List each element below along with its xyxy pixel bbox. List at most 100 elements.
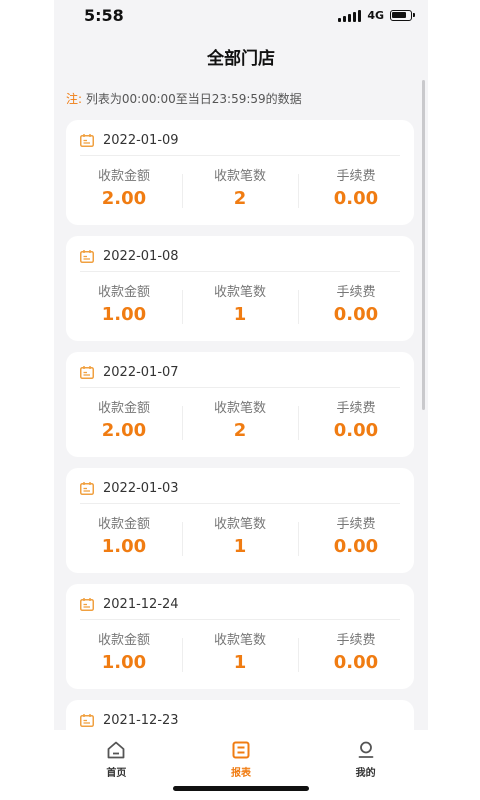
divider	[80, 503, 400, 504]
stat-amount-value: 1.00	[101, 652, 147, 673]
home-icon	[107, 741, 125, 759]
card-header: 2022-01-07	[80, 362, 179, 382]
divider	[80, 271, 400, 272]
stat-amount-label: 收款金额	[97, 633, 150, 648]
date-range-notice: 注: 列表为00:00:00至当日23:59:59的数据	[66, 90, 302, 107]
signal-icon	[338, 9, 362, 22]
notice-text: 列表为00:00:00至当日23:59:59的数据	[85, 92, 302, 106]
stat-fee: 手续费 0.00	[298, 284, 414, 328]
stat-amount-value: 2.00	[101, 188, 147, 209]
stat-count: 收款笔数 1	[182, 284, 298, 328]
stat-fee-label: 手续费	[336, 633, 376, 648]
record-stats: 收款金额 1.00 收款笔数 1 手续费 0.00	[66, 284, 414, 328]
card-header: 2021-12-24	[80, 594, 179, 614]
record-date: 2022-01-08	[103, 248, 179, 264]
stat-fee: 手续费 0.00	[298, 516, 414, 560]
stat-count-value: 1	[233, 536, 247, 557]
stat-fee: 手续费 0.00	[298, 400, 414, 444]
stat-amount-label: 收款金额	[97, 517, 150, 532]
stat-amount-label: 收款金额	[97, 169, 150, 184]
stat-fee-value: 0.00	[333, 304, 379, 325]
record-date: 2021-12-23	[103, 712, 179, 728]
stat-count-label: 收款笔数	[213, 517, 266, 532]
record-date: 2022-01-09	[103, 132, 179, 148]
record-date: 2022-01-03	[103, 480, 179, 496]
stat-fee-label: 手续费	[336, 285, 376, 300]
tab-profile-label: 我的	[355, 768, 376, 779]
stat-count-value: 1	[233, 304, 247, 325]
record-stats: 收款金额 2.00 收款笔数 2 手续费 0.00	[66, 400, 414, 444]
stat-count-label: 收款笔数	[213, 169, 266, 184]
phone-screen: 5:58 4G 全部门店 注: 列表为00:00:00至当日23:59:59的数…	[54, 0, 428, 800]
stat-amount: 收款金额 1.00	[66, 632, 182, 676]
stat-amount: 收款金额 2.00	[66, 168, 182, 212]
scrollbar[interactable]	[422, 80, 425, 410]
card-header: 2021-12-23	[80, 710, 179, 730]
page-title: 全部门店	[207, 49, 275, 69]
daily-record-card[interactable]: 2022-01-08 收款金额 1.00 收款笔数 1 手续费 0.00	[66, 236, 414, 341]
stat-fee-value: 0.00	[333, 536, 379, 557]
tab-report-label: 报表	[231, 768, 251, 779]
calendar-icon	[80, 133, 94, 147]
calendar-icon	[80, 249, 94, 263]
stat-count: 收款笔数 1	[182, 516, 298, 560]
report-icon	[232, 741, 250, 759]
notice-prefix: 注:	[66, 92, 83, 106]
status-indicators: 4G	[338, 9, 415, 22]
stat-fee-value: 0.00	[333, 188, 379, 209]
card-header: 2022-01-08	[80, 246, 179, 266]
calendar-icon	[80, 481, 94, 495]
daily-record-card[interactable]: 2022-01-07 收款金额 2.00 收款笔数 2 手续费 0.00	[66, 352, 414, 457]
stat-amount-label: 收款金额	[97, 401, 150, 416]
stat-fee-value: 0.00	[333, 420, 379, 441]
stat-amount: 收款金额 1.00	[66, 516, 182, 560]
stat-count: 收款笔数 1	[182, 632, 298, 676]
stat-fee-label: 手续费	[336, 169, 376, 184]
stat-amount: 收款金额 1.00	[66, 284, 182, 328]
stat-amount-value: 2.00	[101, 420, 147, 441]
divider	[80, 619, 400, 620]
stat-fee: 手续费 0.00	[298, 632, 414, 676]
daily-record-card[interactable]: 2021-12-23	[66, 700, 414, 730]
daily-record-card[interactable]: 2021-12-24 收款金额 1.00 收款笔数 1 手续费 0.00	[66, 584, 414, 689]
calendar-icon	[80, 597, 94, 611]
stat-count-value: 2	[233, 420, 247, 441]
stat-amount-value: 1.00	[101, 304, 147, 325]
stat-amount-label: 收款金额	[97, 285, 150, 300]
stat-count-label: 收款笔数	[213, 633, 266, 648]
tab-profile[interactable]: 我的	[303, 730, 428, 800]
daily-record-card[interactable]: 2022-01-09 收款金额 2.00 收款笔数 2 手续费 0.00	[66, 120, 414, 225]
tab-home-label: 首页	[106, 768, 127, 779]
tab-home[interactable]: 首页	[54, 730, 179, 800]
stat-count-label: 收款笔数	[213, 401, 266, 416]
calendar-icon	[80, 713, 94, 727]
stat-count-label: 收款笔数	[213, 285, 266, 300]
daily-report-list[interactable]: 2022-01-09 收款金额 2.00 收款笔数 2 手续费 0.00 202…	[66, 120, 414, 730]
stat-count: 收款笔数 2	[182, 400, 298, 444]
record-stats: 收款金额 1.00 收款笔数 1 手续费 0.00	[66, 632, 414, 676]
status-time: 5:58	[84, 6, 124, 25]
profile-icon	[358, 741, 374, 758]
daily-record-card[interactable]: 2022-01-03 收款金额 1.00 收款笔数 1 手续费 0.00	[66, 468, 414, 573]
divider	[80, 155, 400, 156]
status-bar: 5:58 4G	[54, 0, 428, 34]
record-date: 2021-12-24	[103, 596, 179, 612]
stat-fee: 手续费 0.00	[298, 168, 414, 212]
stat-amount: 收款金额 2.00	[66, 400, 182, 444]
calendar-icon	[80, 365, 94, 379]
card-header: 2022-01-09	[80, 130, 179, 150]
stat-fee-label: 手续费	[336, 401, 376, 416]
divider	[80, 387, 400, 388]
battery-icon	[390, 10, 415, 21]
stat-count-value: 2	[233, 188, 247, 209]
record-stats: 收款金额 1.00 收款笔数 1 手续费 0.00	[66, 516, 414, 560]
stat-fee-label: 手续费	[336, 517, 376, 532]
network-type: 4G	[367, 9, 384, 22]
stat-fee-value: 0.00	[333, 652, 379, 673]
record-date: 2022-01-07	[103, 364, 179, 380]
stat-amount-value: 1.00	[101, 536, 147, 557]
card-header: 2022-01-03	[80, 478, 179, 498]
home-indicator[interactable]	[173, 786, 309, 791]
stat-count-value: 1	[233, 652, 247, 673]
stat-count: 收款笔数 2	[182, 168, 298, 212]
